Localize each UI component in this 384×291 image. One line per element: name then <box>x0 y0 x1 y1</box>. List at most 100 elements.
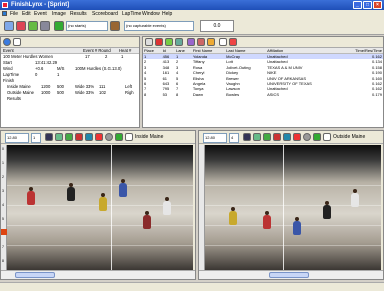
ruler-tick: 3 <box>2 189 4 193</box>
close-button[interactable]: × <box>373 1 382 9</box>
results-toolbar <box>143 37 383 48</box>
horizontal-scrollbar[interactable] <box>1 270 195 279</box>
delete-icon[interactable] <box>293 133 301 141</box>
zoom-icon[interactable] <box>105 133 113 141</box>
doc-icon <box>2 11 7 16</box>
event-round-col-label: Event # Round <box>83 48 111 53</box>
camera-icon[interactable] <box>110 21 120 31</box>
scroll-thumb[interactable] <box>269 272 309 278</box>
edit-icon[interactable] <box>207 38 215 46</box>
time-cursor[interactable] <box>111 145 112 270</box>
event-name[interactable]: 100 Meter Hurdles Women <box>3 54 53 59</box>
lane-line <box>7 185 193 186</box>
grid-icon[interactable] <box>145 38 153 46</box>
event-panel: Event Event # Round Heat # 100 Meter Hur… <box>0 36 140 128</box>
marker-icon[interactable] <box>273 133 281 141</box>
athlete-figure <box>263 211 271 229</box>
camera-row-side: Left <box>125 84 132 89</box>
starts-select[interactable]: (no starts) <box>66 21 108 31</box>
lane-cell: 8 <box>175 91 179 97</box>
menu-laptime[interactable]: LapTime <box>122 11 141 17</box>
time-display: 0.0 <box>200 20 234 32</box>
camera-row-wide: Wide 33% <box>75 84 95 89</box>
menu-help[interactable]: Help <box>162 11 172 17</box>
runner-icon[interactable] <box>283 133 291 141</box>
athlete-figure <box>67 183 75 201</box>
lane-line <box>205 245 381 246</box>
move-icon[interactable] <box>55 133 63 141</box>
app-icon <box>2 2 8 8</box>
camera-row-side: Righ <box>125 90 134 95</box>
menu-file[interactable]: File <box>10 11 18 17</box>
grid-icon[interactable] <box>323 133 331 141</box>
runner-icon[interactable] <box>16 21 26 31</box>
menu-scoreboard[interactable]: Scoreboard <box>92 11 118 17</box>
finish-label: Finish <box>3 78 15 83</box>
athlete-icon[interactable] <box>187 38 195 46</box>
lanes-icon[interactable] <box>243 133 251 141</box>
hurdle-icon[interactable] <box>175 38 183 46</box>
delete-icon[interactable] <box>95 133 103 141</box>
grid-icon[interactable] <box>125 133 133 141</box>
zoom-input[interactable]: 12.80 <box>203 133 227 143</box>
time-cursor[interactable] <box>283 145 284 270</box>
finish-image[interactable] <box>7 145 193 270</box>
minimize-button[interactable]: _ <box>353 1 362 9</box>
affiliation-cell: ASICS <box>267 91 280 97</box>
camera-row-n: 102 <box>99 90 106 95</box>
laptime-v2: 1 <box>57 72 60 77</box>
grid-icon[interactable] <box>13 38 21 46</box>
start-time: 13:41:42.29 <box>35 60 58 65</box>
start-icon[interactable] <box>54 21 64 31</box>
delete-icon[interactable] <box>229 38 237 46</box>
menu-event[interactable]: Event <box>34 11 47 17</box>
stop-icon[interactable] <box>40 21 50 31</box>
arm-icon[interactable] <box>28 21 38 31</box>
results-node[interactable]: Results <box>7 96 21 101</box>
horizontal-scrollbar[interactable] <box>199 270 383 279</box>
finish-image[interactable] <box>205 145 381 270</box>
sort-icon[interactable] <box>219 38 227 46</box>
arrow-icon[interactable] <box>65 133 73 141</box>
flag-icon[interactable] <box>155 38 163 46</box>
camera-icon[interactable] <box>115 133 123 141</box>
ruler-tick: 2 <box>2 175 4 179</box>
runner-icon[interactable] <box>85 133 93 141</box>
camera-icon[interactable] <box>313 133 321 141</box>
table-row[interactable]: 8 53 8 Dawn Bowles ASICS 0.179 <box>143 92 383 97</box>
zoom-input[interactable]: 12.80 <box>5 133 29 143</box>
status-bar <box>0 282 384 291</box>
camera-row-name[interactable]: Outside Maine <box>7 90 34 95</box>
results-table: Place Id Lane First Name Last Name Affil… <box>143 48 383 97</box>
ruler-tick: 5 <box>2 217 4 221</box>
run-icon[interactable] <box>165 38 173 46</box>
camera-row-v2: 500 <box>57 84 64 89</box>
menu-image[interactable]: Image <box>52 11 66 17</box>
lanes-icon[interactable] <box>45 133 53 141</box>
ruler-tick: 4 <box>2 203 4 207</box>
capture-icon[interactable] <box>4 21 14 31</box>
lane-line <box>7 245 193 246</box>
arrow-icon[interactable] <box>263 133 271 141</box>
laptime-v1: 0 <box>35 72 38 77</box>
zoom2-input[interactable]: 4 <box>229 133 239 143</box>
window-title: FinishLynx - [Sprint] <box>11 2 70 8</box>
marker-icon[interactable] <box>75 133 83 141</box>
first-name-cell: Dawn <box>192 91 204 97</box>
camera-row-n: 111 <box>99 84 106 89</box>
capturable-select[interactable]: (no capturable events) <box>124 21 194 31</box>
info-icon[interactable] <box>3 38 11 46</box>
maximize-button[interactable]: □ <box>363 1 372 9</box>
zoom-icon[interactable] <box>303 133 311 141</box>
menu-results[interactable]: Results <box>70 11 87 17</box>
scroll-thumb[interactable] <box>15 272 55 278</box>
zoom2-input[interactable]: 1 <box>31 133 41 143</box>
camera-row-name[interactable]: Inside Maine <box>7 84 31 89</box>
menu-edit[interactable]: Edit <box>22 11 31 17</box>
relay-icon[interactable] <box>197 38 205 46</box>
event-col-label: Event <box>3 48 14 53</box>
camera-row-wide: Wide 33% <box>75 90 95 95</box>
move-icon[interactable] <box>253 133 261 141</box>
menu-window[interactable]: Window <box>142 11 160 17</box>
image-viewer-outside: 12.80 4 Outside Maine <box>198 130 384 280</box>
